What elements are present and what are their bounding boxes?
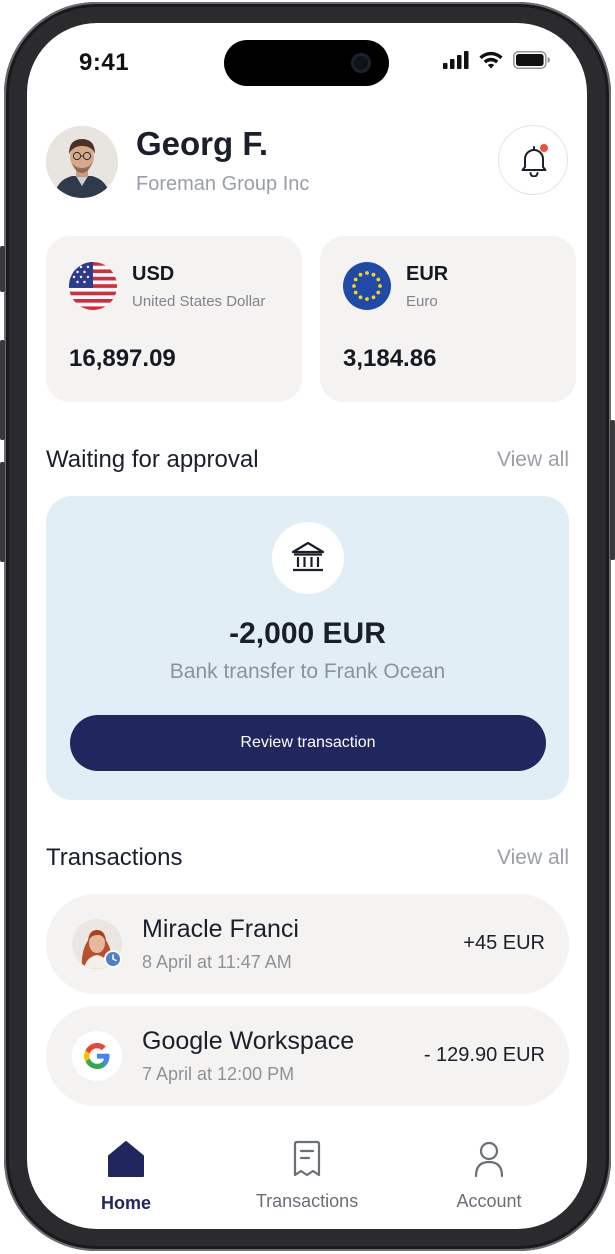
account-card-usd[interactable]: USD United States Dollar 16,897.09: [46, 236, 302, 402]
nav-account-label[interactable]: Account: [409, 1191, 569, 1212]
transaction-row[interactable]: Google Workspace 7 April at 12:00 PM - 1…: [46, 1006, 569, 1106]
notification-dot: [540, 144, 548, 152]
transaction-name: Miracle Franci: [142, 915, 299, 943]
wifi-icon: [479, 51, 503, 69]
currency-code: USD: [132, 263, 175, 285]
transaction-amount: - 129.90 EUR: [423, 1044, 545, 1066]
currency-code: EUR: [406, 263, 449, 285]
battery-icon: [513, 51, 550, 69]
transaction-amount: +45 EUR: [463, 932, 545, 954]
avatar-portrait: [46, 126, 118, 198]
currency-name: Euro: [406, 293, 438, 310]
pending-clock-icon: [104, 950, 122, 968]
phone-volume-down-button: [0, 462, 5, 562]
signal-icon: [443, 51, 469, 69]
receipt-icon: [293, 1140, 321, 1177]
bank-icon-circle: [272, 522, 344, 594]
app-screen: 9:41 Georg F. Foreman Group Inc USD Unit…: [27, 23, 587, 1229]
nav-transactions[interactable]: [227, 1138, 387, 1183]
transaction-name: Google Workspace: [142, 1027, 355, 1055]
eu-flag-icon: [343, 262, 391, 310]
bank-icon: [291, 541, 325, 572]
nav-transactions-label[interactable]: Transactions: [227, 1191, 387, 1212]
approval-card: -2,000 EUR Bank transfer to Frank Ocean …: [46, 496, 569, 800]
account-balance: 3,184.86: [343, 345, 437, 372]
phone-mute-button: [0, 246, 5, 292]
approval-section-title: Waiting for approval: [46, 446, 259, 473]
phone-volume-up-button: [0, 340, 5, 440]
google-logo-icon: [72, 1031, 122, 1081]
company-name: Foreman Group Inc: [136, 173, 310, 195]
currency-name: United States Dollar: [132, 293, 266, 310]
account-balance: 16,897.09: [69, 345, 176, 372]
transactions-section-title: Transactions: [46, 844, 183, 871]
account-card-eur[interactable]: EUR Euro 3,184.86: [320, 236, 576, 402]
nav-home[interactable]: [46, 1138, 206, 1183]
notifications-button[interactable]: [498, 125, 568, 195]
transaction-row[interactable]: Miracle Franci 8 April at 11:47 AM +45 E…: [46, 894, 569, 994]
us-flag-icon: [69, 262, 117, 310]
camera-icon: [351, 53, 371, 73]
approval-description: Bank transfer to Frank Ocean: [169, 660, 446, 683]
avatar[interactable]: [46, 126, 118, 198]
transaction-date: 8 April at 11:47 AM: [142, 952, 292, 972]
home-icon: [108, 1141, 144, 1177]
dynamic-island: [224, 40, 389, 86]
approval-amount: -2,000 EUR: [229, 617, 386, 650]
nav-home-label[interactable]: Home: [46, 1193, 206, 1214]
status-icons: [443, 51, 551, 69]
user-name: Georg F.: [136, 125, 269, 162]
transactions-view-all-link[interactable]: View all: [497, 846, 569, 870]
status-time: 9:41: [79, 49, 130, 76]
review-transaction-button[interactable]: Review transaction: [70, 715, 546, 771]
person-icon: [474, 1141, 504, 1178]
nav-account[interactable]: [409, 1138, 569, 1183]
transaction-date: 7 April at 12:00 PM: [142, 1064, 295, 1084]
approval-view-all-link[interactable]: View all: [497, 448, 569, 472]
phone-power-button: [610, 420, 615, 560]
